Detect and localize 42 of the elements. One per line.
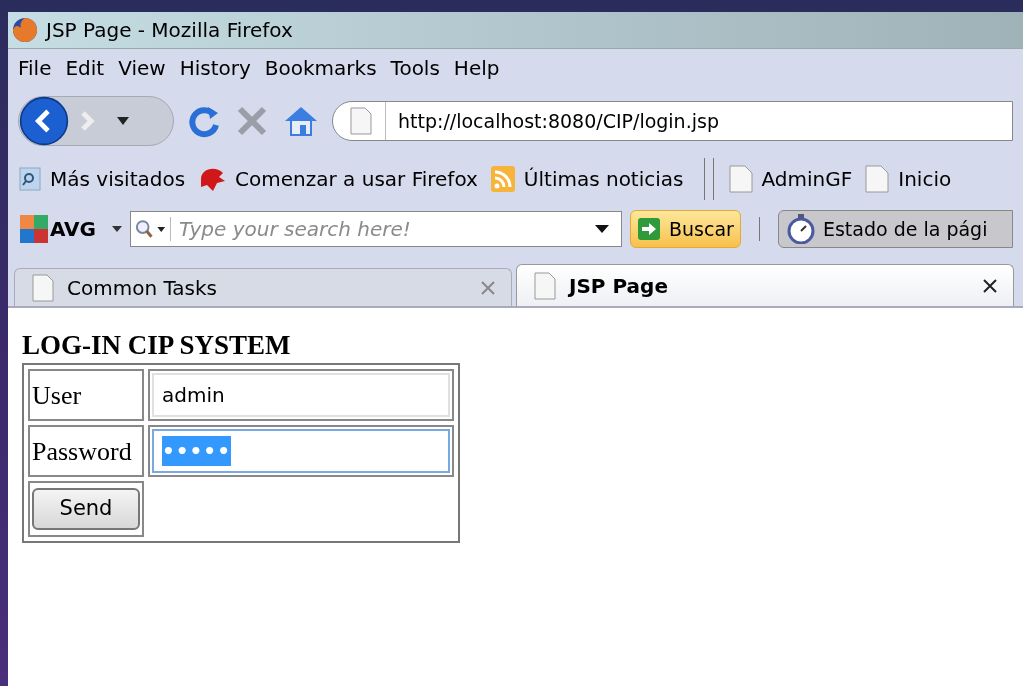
dropdown-icon[interactable] — [595, 225, 609, 233]
toolbar-logo: AVG — [50, 216, 96, 243]
page-icon — [533, 270, 557, 301]
menu-item[interactable]: Bookmarks — [264, 52, 377, 83]
back-icon[interactable] — [19, 96, 69, 146]
address-bar[interactable]: http://localhost:8080/CIP/login.jsp — [332, 101, 1013, 141]
menu-item[interactable]: View — [118, 52, 166, 83]
text-field[interactable]: admin — [152, 373, 450, 417]
bookmark-link[interactable]: Comenzar a usar Firefox — [235, 164, 478, 194]
bookmark-link[interactable]: Últimas noticias — [523, 164, 684, 194]
page-heading: LOG-IN CIP SYSTEM — [22, 332, 292, 359]
page-status-button[interactable]: Estado de la pági — [777, 210, 1013, 248]
page-icon — [727, 164, 754, 194]
smart-folder-icon — [18, 166, 42, 192]
bookmark-link[interactable]: Inicio — [898, 164, 952, 194]
feed-icon — [489, 165, 516, 193]
dropdown-icon[interactable] — [117, 117, 129, 125]
dropdown-icon[interactable] — [112, 226, 122, 232]
page-icon — [31, 272, 55, 303]
menu-item[interactable]: Help — [453, 52, 500, 83]
page-icon — [349, 106, 373, 136]
bookmark-link[interactable]: AdminGF — [761, 164, 853, 194]
close-icon[interactable] — [983, 278, 997, 293]
window-title: JSP Page - Mozilla Firefox — [46, 17, 293, 44]
bookmark-link[interactable]: Más visitados — [50, 164, 186, 194]
menu-item[interactable]: File — [18, 52, 52, 83]
menu-item[interactable]: History — [179, 52, 251, 83]
menu-item[interactable]: Edit — [65, 52, 105, 83]
search-field[interactable]: Type your search here! — [171, 214, 595, 244]
send-button[interactable]: Send — [32, 488, 140, 530]
search-button[interactable]: Buscar — [630, 210, 741, 248]
logo-icon — [18, 213, 50, 245]
stopwatch-icon — [786, 214, 815, 244]
browser-tab[interactable]: JSP Page — [516, 264, 1014, 306]
browser-tab[interactable]: Common Tasks — [14, 268, 512, 306]
page-icon — [864, 164, 891, 194]
field-label: Password — [28, 425, 144, 477]
browser-logo-icon — [12, 17, 38, 43]
back-forward-control[interactable] — [18, 96, 174, 146]
menu-item[interactable]: Tools — [390, 52, 440, 83]
field-label: User — [28, 369, 144, 421]
search-bar[interactable]: Type your search here! — [130, 211, 622, 247]
